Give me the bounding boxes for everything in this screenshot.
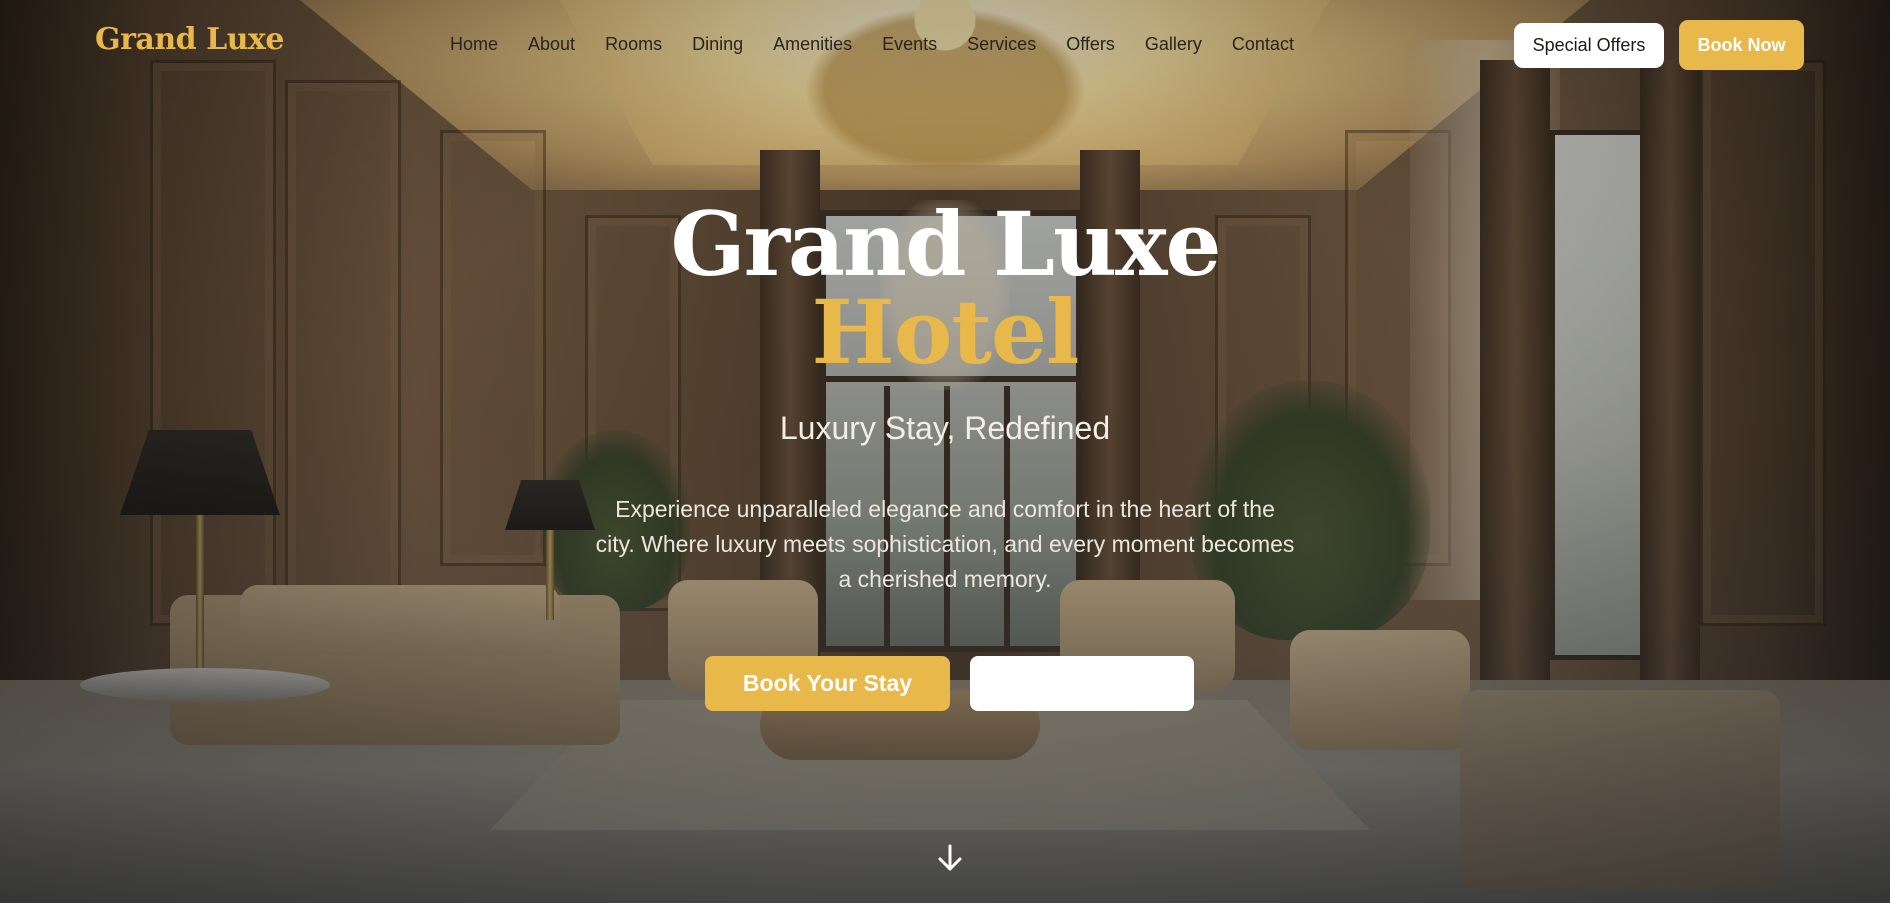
nav-link-rooms[interactable]: Rooms — [605, 34, 662, 55]
nav-link-contact[interactable]: Contact — [1232, 34, 1294, 55]
nav-link-about[interactable]: About — [528, 34, 575, 55]
nav-link-services[interactable]: Services — [967, 34, 1036, 55]
hero-title-line1: Grand Luxe — [670, 192, 1222, 296]
nav-link-home[interactable]: Home — [450, 34, 498, 55]
brand-logo[interactable]: Grand Luxe — [95, 22, 284, 57]
nav-link-amenities[interactable]: Amenities — [773, 34, 852, 55]
nav-link-events[interactable]: Events — [882, 34, 937, 55]
book-your-stay-button[interactable]: Book Your Stay — [705, 656, 950, 711]
hero-subtitle: Luxury Stay, Redefined — [779, 410, 1111, 446]
nav-link-gallery[interactable]: Gallery — [1145, 34, 1202, 55]
book-now-button[interactable]: Book Now — [1679, 20, 1804, 70]
hero-section: Grand Luxe Home About Rooms Dining Ameni… — [0, 0, 1890, 903]
main-menu: Home About Rooms Dining Amenities Events… — [450, 34, 1324, 55]
secondary-cta-button[interactable] — [970, 656, 1194, 711]
nav-link-offers[interactable]: Offers — [1066, 34, 1115, 55]
hero-title: Grand Luxe Hotel — [0, 200, 1890, 376]
hero-title-line2: Hotel — [811, 280, 1080, 384]
top-navbar: Grand Luxe Home About Rooms Dining Ameni… — [0, 0, 1890, 92]
arrow-down-icon[interactable] — [934, 842, 966, 874]
special-offers-button[interactable]: Special Offers — [1514, 23, 1664, 68]
nav-link-dining[interactable]: Dining — [692, 34, 743, 55]
hero-description: Experience unparalleled elegance and com… — [595, 496, 1295, 592]
hero-background-image — [0, 0, 1890, 903]
